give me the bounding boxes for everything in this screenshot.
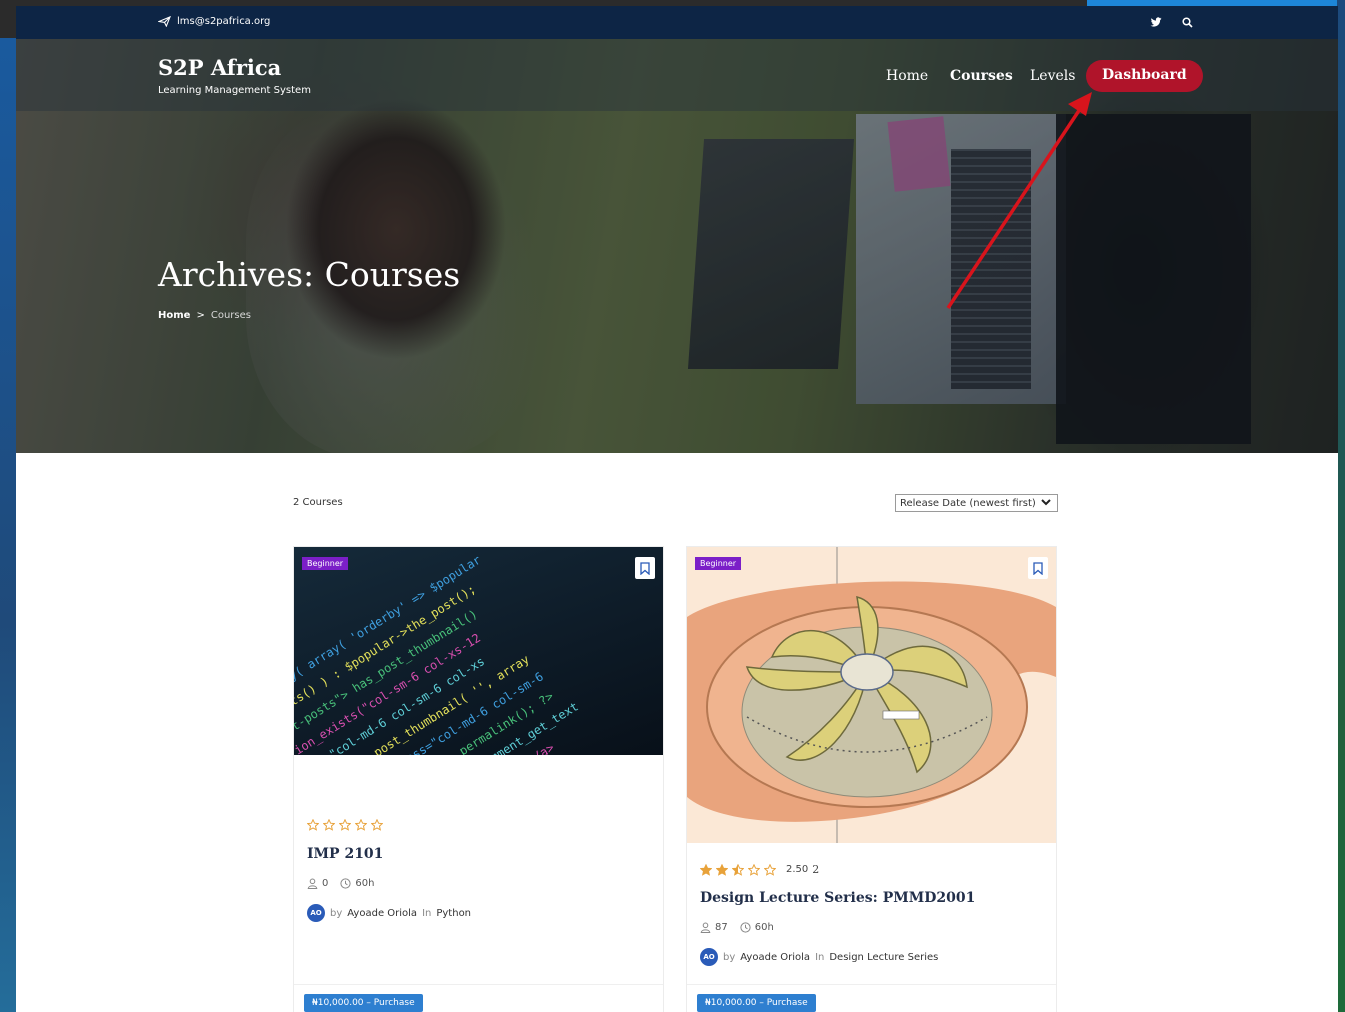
desktop-right	[1337, 0, 1345, 1012]
nav-courses[interactable]: Courses	[950, 68, 1013, 84]
course-author: AO by Ayoade Oriola In Design Lecture Se…	[700, 948, 938, 966]
rating-count: 2	[812, 863, 820, 876]
course-meta: 0 60h	[307, 878, 374, 889]
impeller-image	[687, 547, 1056, 843]
sort-select[interactable]: Release Date (newest first)	[895, 494, 1058, 512]
course-thumbnail[interactable]: wp_Query( array( 'orderby' => $popular h…	[294, 547, 663, 755]
course-meta: 87 60h	[700, 922, 774, 933]
bookmark-button[interactable]	[635, 557, 655, 579]
clock-icon	[740, 922, 751, 933]
course-duration: 60h	[355, 878, 375, 889]
star-empty-icon	[355, 819, 367, 831]
author-link[interactable]: Ayoade Oriola	[740, 952, 810, 963]
chevron-down-icon	[1041, 499, 1051, 506]
bookmark-icon	[1033, 561, 1043, 575]
star-full-icon	[716, 863, 728, 876]
user-icon	[307, 878, 318, 889]
clock-icon	[340, 878, 351, 889]
divider	[687, 984, 1056, 985]
course-duration: 60h	[754, 922, 774, 933]
rating-value: 2.50	[786, 864, 809, 875]
dashboard-button[interactable]: Dashboard	[1086, 60, 1203, 92]
student-count: 87	[715, 922, 728, 933]
bookmark-icon	[640, 561, 650, 575]
contact-email[interactable]: lms@s2pafrica.org	[158, 16, 270, 27]
star-empty-icon	[323, 819, 335, 831]
by-label: by	[330, 907, 343, 919]
contact-email-text: lms@s2pafrica.org	[177, 16, 271, 27]
hero-banner: S2P Africa Learning Management System Ho…	[16, 39, 1338, 453]
star-half-icon	[732, 863, 744, 876]
site-tagline: Learning Management System	[158, 85, 311, 96]
in-label: In	[422, 907, 432, 919]
top-bar: lms@s2pafrica.org	[16, 6, 1338, 39]
author-link[interactable]: Ayoade Oriola	[347, 908, 417, 919]
breadcrumb: Home > Courses	[158, 310, 251, 321]
rating-stars	[307, 819, 383, 831]
student-count: 0	[322, 878, 329, 889]
purchase-button[interactable]: ₦10,000.00 – Purchase	[304, 994, 423, 1012]
course-thumbnail[interactable]: Beginner	[687, 547, 1056, 843]
nav-levels[interactable]: Levels	[1030, 68, 1075, 84]
star-empty-icon	[339, 819, 351, 831]
send-icon	[158, 16, 171, 27]
divider	[294, 984, 663, 985]
sort-select-value: Release Date (newest first)	[900, 497, 1036, 509]
breadcrumb-separator: >	[196, 310, 205, 321]
course-title[interactable]: Design Lecture Series: PMMD2001	[700, 890, 975, 906]
category-link[interactable]: Design Lecture Series	[829, 952, 938, 963]
user-icon	[700, 922, 711, 933]
avatar: AO	[700, 948, 718, 966]
category-link[interactable]: Python	[436, 908, 471, 919]
course-count: 2 Courses	[293, 497, 343, 508]
desktop-left	[0, 38, 16, 1012]
rating-stars: 2.50 2	[700, 863, 819, 876]
page-title: Archives: Courses	[158, 255, 461, 294]
star-empty-icon	[371, 819, 383, 831]
avatar: AO	[307, 904, 325, 922]
star-empty-icon	[307, 819, 319, 831]
site-logo[interactable]: S2P Africa	[158, 55, 281, 80]
search-icon[interactable]	[1182, 17, 1193, 28]
breadcrumb-current: Courses	[210, 310, 251, 321]
level-badge: Beginner	[695, 557, 742, 570]
course-card[interactable]: Beginner 2.50 2 Design Lecture Series: P…	[686, 546, 1057, 1012]
course-title[interactable]: IMP 2101	[307, 846, 383, 862]
nav-home[interactable]: Home	[886, 68, 928, 84]
browser-page: lms@s2pafrica.org S2P Africa Learning Ma…	[16, 6, 1338, 1012]
in-label: In	[815, 951, 825, 963]
breadcrumb-home[interactable]: Home	[158, 310, 190, 321]
star-full-icon	[700, 863, 712, 876]
star-empty-icon	[748, 863, 760, 876]
twitter-icon[interactable]	[1150, 17, 1162, 28]
level-badge: Beginner	[302, 557, 349, 570]
code-image: wp_Query( array( 'orderby' => $popular h…	[294, 553, 581, 755]
bookmark-button[interactable]	[1028, 557, 1048, 579]
star-empty-icon	[764, 863, 776, 876]
course-card[interactable]: wp_Query( array( 'orderby' => $popular h…	[293, 546, 664, 1012]
by-label: by	[723, 951, 736, 963]
purchase-button[interactable]: ₦10,000.00 – Purchase	[697, 994, 816, 1012]
course-author: AO by Ayoade Oriola In Python	[307, 904, 471, 922]
